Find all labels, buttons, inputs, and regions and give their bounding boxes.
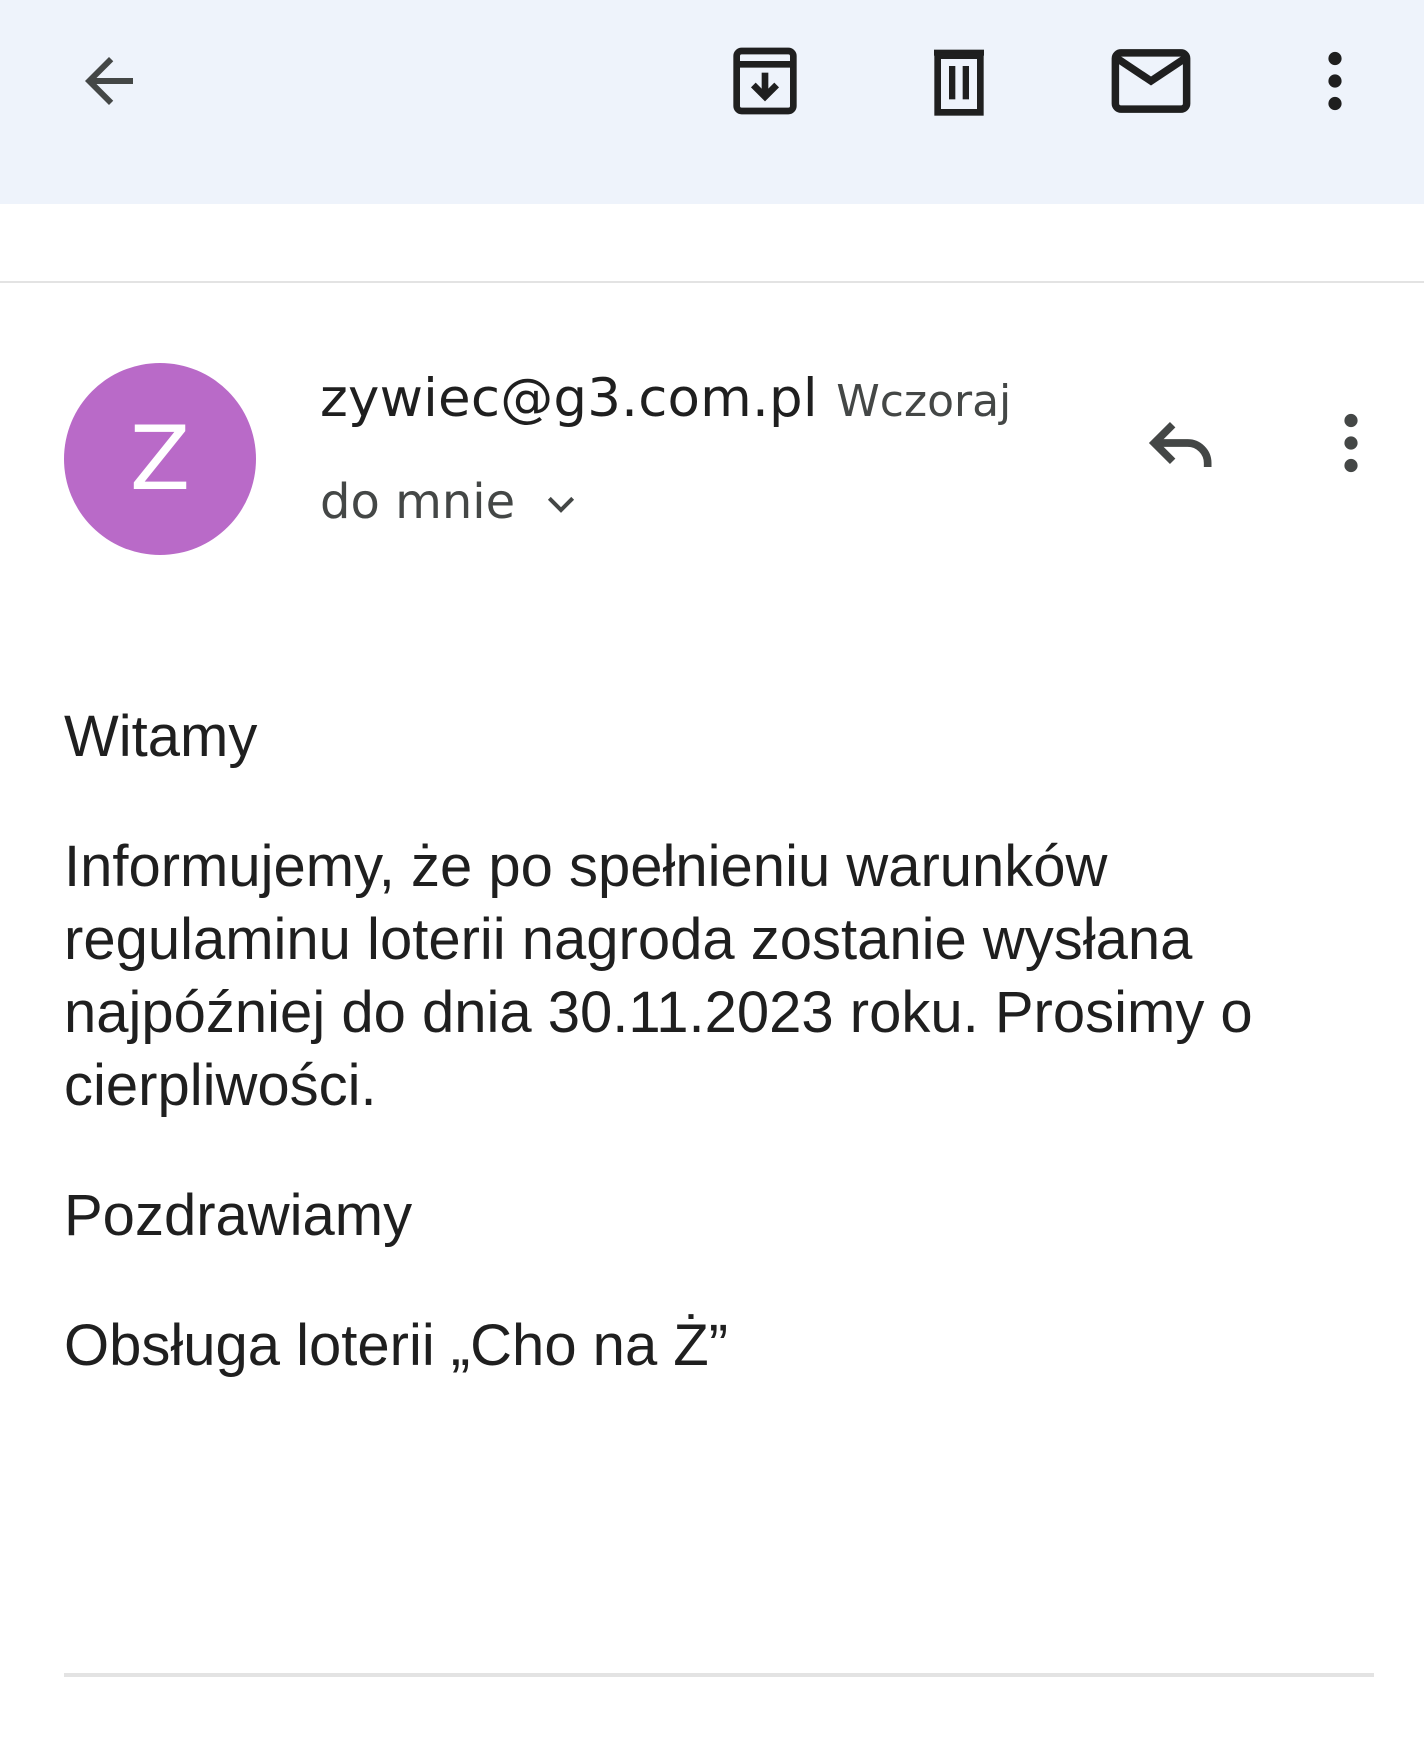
mark-unread-button[interactable] <box>1106 36 1196 126</box>
sender-avatar[interactable]: Z <box>64 363 256 555</box>
message-divider <box>64 1673 1374 1677</box>
recipient-details-toggle[interactable]: do mnie <box>320 474 581 530</box>
more-options-button[interactable] <box>1300 36 1370 126</box>
archive-button[interactable] <box>720 36 810 126</box>
body-signature: Obsługa loterii „Cho na Ż” <box>64 1313 729 1378</box>
message-more-button[interactable] <box>1316 398 1386 488</box>
body-closing: Pozdrawiamy <box>64 1183 413 1248</box>
archive-icon <box>733 47 797 115</box>
reply-icon <box>1148 421 1212 467</box>
avatar-letter: Z <box>129 407 191 510</box>
recipient-label: do mnie <box>320 474 516 530</box>
more-vert-icon <box>1344 413 1358 473</box>
trash-icon <box>934 49 984 116</box>
message-body: Witamy Informujemy, że po spełnieniu war… <box>64 700 1374 1382</box>
reply-button[interactable] <box>1136 398 1226 488</box>
message-date: Wczoraj <box>836 376 1012 427</box>
body-greeting: Witamy <box>64 704 258 769</box>
sender-line: zywiec@g3.com.pl Wczoraj <box>320 368 1011 429</box>
top-app-bar <box>0 0 1424 204</box>
more-vert-icon <box>1328 51 1342 111</box>
sender-address: zywiec@g3.com.pl <box>320 368 818 429</box>
arrow-back-icon <box>85 57 133 105</box>
body-paragraph: Informujemy, że po spełnieniu warunków r… <box>64 834 1253 1118</box>
delete-button[interactable] <box>914 36 1004 126</box>
chevron-down-icon <box>548 496 575 513</box>
header-divider <box>0 281 1424 283</box>
back-button[interactable] <box>64 36 154 126</box>
mail-icon <box>1111 49 1191 113</box>
